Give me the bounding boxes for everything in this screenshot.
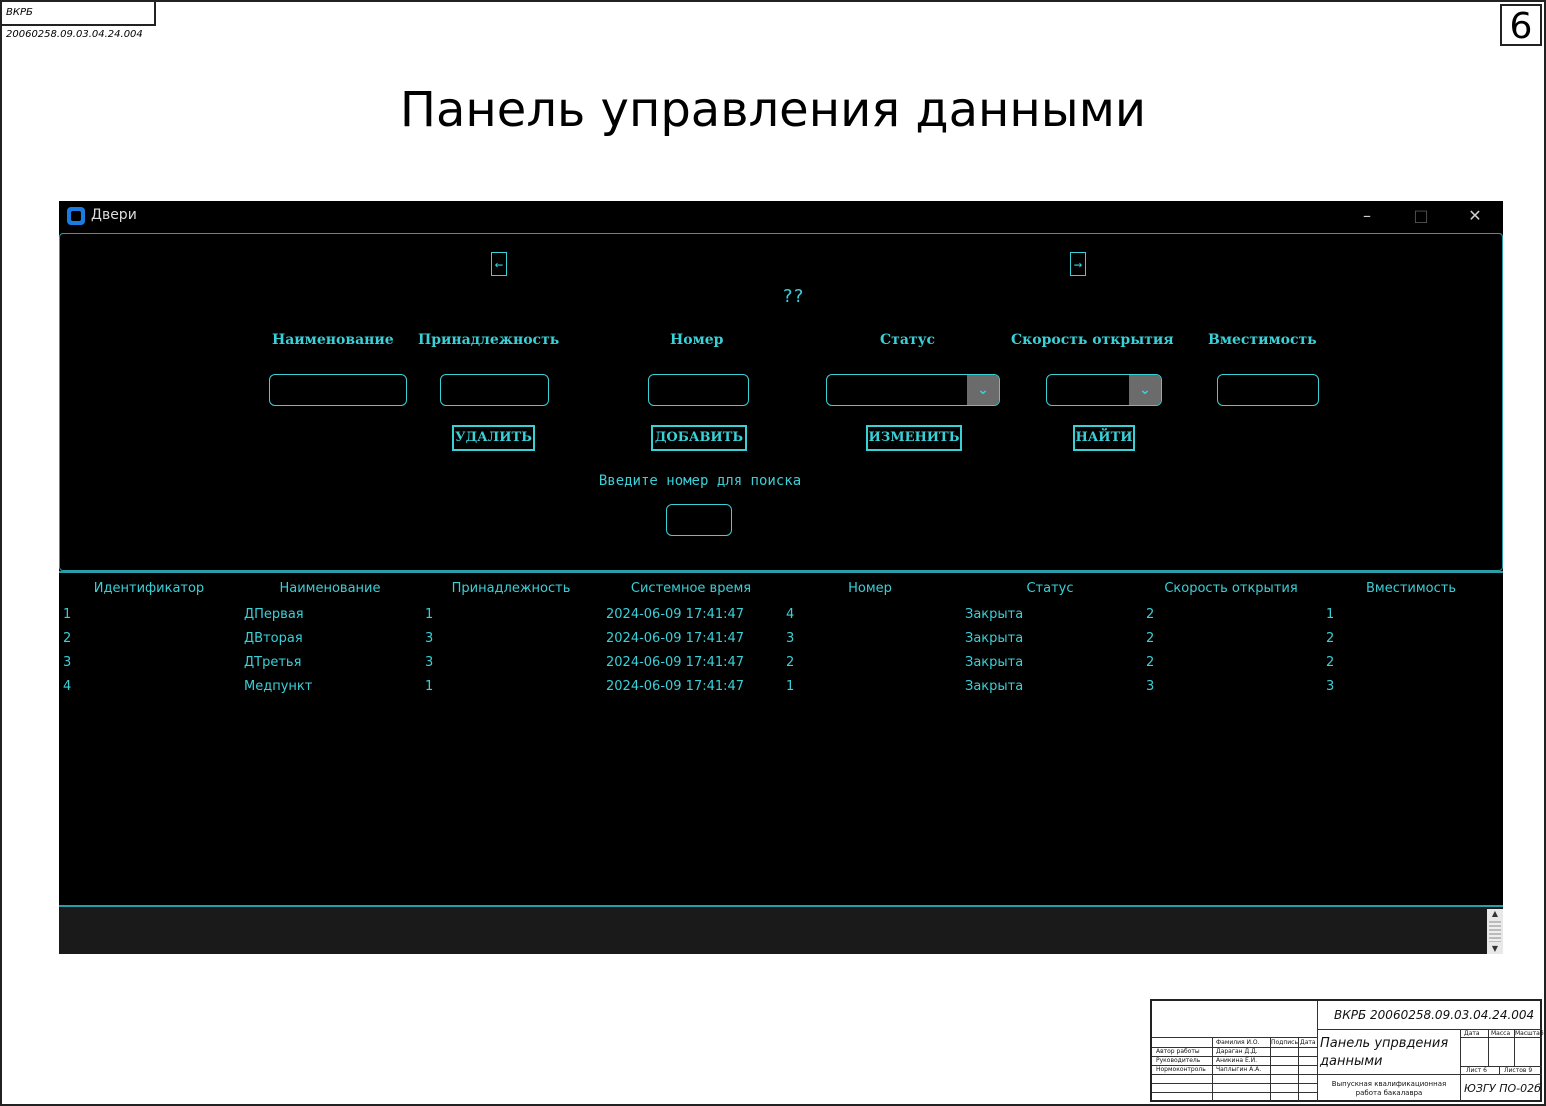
table-cell[interactable]: 2: [1146, 655, 1154, 670]
app-window: Двери – □ ✕ ← ?? → Наименование Принадле…: [59, 201, 1503, 954]
table-cell[interactable]: ДТретья: [244, 655, 301, 670]
table-cell[interactable]: Закрыта: [965, 607, 1023, 622]
table-cell[interactable]: 2024-06-09 17:41:47: [606, 655, 744, 670]
column-header[interactable]: Вместимость: [1321, 581, 1501, 596]
table-cell[interactable]: ДВторая: [244, 631, 303, 646]
label-belonging: Принадлежность: [418, 332, 560, 348]
title-block-doc-title: Панель упрвдения данными: [1320, 1036, 1449, 1069]
table-cell[interactable]: 1: [425, 607, 433, 622]
capacity-input[interactable]: [1217, 374, 1319, 406]
vertical-scrollbar[interactable]: ▲ ▼: [1487, 909, 1503, 954]
close-button[interactable]: ✕: [1455, 203, 1495, 229]
column-header[interactable]: Идентификатор: [59, 581, 239, 596]
window-title: Двери: [91, 207, 137, 223]
column-header[interactable]: Скорость открытия: [1141, 581, 1321, 596]
meta-header: Масштаб: [1515, 1030, 1544, 1037]
title-block-code: ВКРБ 20060258.09.03.04.24.004: [1334, 1008, 1535, 1022]
chevron-down-icon[interactable]: ⌄: [967, 375, 999, 405]
table-cell[interactable]: 3: [786, 631, 794, 646]
table-cell[interactable]: 1: [425, 679, 433, 694]
minimize-button[interactable]: –: [1347, 203, 1387, 229]
column-header[interactable]: Системное время: [601, 581, 781, 596]
label-status: Статус: [880, 332, 936, 348]
role: Руководитель: [1156, 1057, 1201, 1064]
page-number: 6: [1500, 4, 1542, 47]
page-indicator: ??: [782, 286, 804, 307]
belonging-input[interactable]: [440, 374, 549, 406]
table-cell[interactable]: 2: [1326, 631, 1334, 646]
search-label: Введите номер для поиска: [598, 473, 802, 489]
prev-record-button[interactable]: ←: [491, 252, 507, 276]
column-header[interactable]: Наименование: [240, 581, 420, 596]
window-titlebar[interactable]: Двери – □ ✕: [59, 201, 1503, 231]
find-button[interactable]: НАЙТИ: [1073, 425, 1135, 451]
delete-button[interactable]: УДАЛИТЬ: [452, 425, 535, 451]
table-cell[interactable]: ДПервая: [244, 607, 304, 622]
organization: ЮЗГУ ПО-02б: [1464, 1082, 1541, 1095]
table-cell[interactable]: 3: [1326, 679, 1334, 694]
table-cell[interactable]: 1: [786, 679, 794, 694]
label-name: Наименование: [272, 332, 394, 348]
table-cell[interactable]: 3: [425, 655, 433, 670]
status-select[interactable]: ⌄: [826, 374, 1000, 406]
table-cell[interactable]: Медпункт: [244, 679, 312, 694]
table-cell[interactable]: 2024-06-09 17:41:47: [606, 607, 744, 622]
sheets-label: Листов 9: [1504, 1067, 1533, 1074]
next-record-button[interactable]: →: [1070, 252, 1086, 276]
form-panel: ← ?? → Наименование Принадлежность Номер…: [59, 233, 1503, 571]
col-header: Фамилия И.О.: [1216, 1039, 1260, 1046]
table-cell[interactable]: 2: [786, 655, 794, 670]
table-cell[interactable]: Закрыта: [965, 679, 1023, 694]
table-cell[interactable]: 3: [1146, 679, 1154, 694]
col-header: Дата: [1300, 1039, 1316, 1046]
speed-select[interactable]: ⌄: [1046, 374, 1162, 406]
table-cell[interactable]: Закрыта: [965, 655, 1023, 670]
log-panel[interactable]: ▲ ▼: [59, 905, 1503, 954]
column-header[interactable]: Принадлежность: [421, 581, 601, 596]
table-cell[interactable]: 1: [63, 607, 71, 622]
table-cell[interactable]: 1: [1326, 607, 1334, 622]
column-header[interactable]: Статус: [960, 581, 1140, 596]
scroll-up-icon[interactable]: ▲: [1487, 909, 1503, 919]
table-cell[interactable]: Закрыта: [965, 631, 1023, 646]
table-cell[interactable]: 2024-06-09 17:41:47: [606, 679, 744, 694]
table-cell[interactable]: 2: [63, 631, 71, 646]
table-cell[interactable]: 2: [1326, 655, 1334, 670]
number-input[interactable]: [648, 374, 749, 406]
sheet-label: Лист 6: [1466, 1067, 1487, 1074]
app-icon: [67, 207, 85, 225]
table-cell[interactable]: 2: [1146, 607, 1154, 622]
work-type: Выпускная квалификационная работа бакала…: [1331, 1080, 1447, 1097]
chevron-down-icon[interactable]: ⌄: [1129, 375, 1161, 405]
person-name: Аникина Е.И.: [1216, 1057, 1258, 1064]
edit-button[interactable]: ИЗМЕНИТЬ: [866, 425, 962, 451]
search-input[interactable]: [666, 504, 732, 536]
add-button[interactable]: ДОБАВИТЬ: [651, 425, 747, 451]
label-capacity: Вместимость: [1208, 332, 1317, 348]
column-header[interactable]: Номер: [780, 581, 960, 596]
person-name: Чаплыгин А.А.: [1216, 1066, 1262, 1073]
maximize-button[interactable]: □: [1401, 203, 1441, 229]
col-header: Подпись: [1271, 1039, 1298, 1046]
scroll-thumb[interactable]: [1489, 921, 1501, 942]
table-cell[interactable]: 4: [786, 607, 794, 622]
role: Нормоконтроль: [1156, 1066, 1206, 1073]
meta-header: Дата: [1464, 1030, 1480, 1037]
meta-header: Масса: [1491, 1030, 1511, 1037]
table-cell[interactable]: 2: [1146, 631, 1154, 646]
label-speed: Скорость открытия: [1011, 332, 1174, 348]
name-input[interactable]: [269, 374, 407, 406]
table-cell[interactable]: 4: [63, 679, 71, 694]
table-cell[interactable]: 3: [425, 631, 433, 646]
data-table: Идентификатор Наименование Принадлежност…: [59, 571, 1503, 907]
table-cell[interactable]: 3: [63, 655, 71, 670]
page-title: Панель управления данными: [399, 82, 1147, 138]
label-number: Номер: [670, 332, 724, 348]
document-code-stamp: ВКРБ 20060258.09.03.04.24.004: [2, 2, 156, 40]
title-block: ВКРБ 20060258.09.03.04.24.004 Панель упр…: [1150, 999, 1544, 1102]
role: Автор работы: [1156, 1048, 1200, 1055]
scroll-down-icon[interactable]: ▼: [1487, 944, 1503, 954]
table-cell[interactable]: 2024-06-09 17:41:47: [606, 631, 744, 646]
person-name: Дараган Д.Д.: [1216, 1048, 1258, 1055]
